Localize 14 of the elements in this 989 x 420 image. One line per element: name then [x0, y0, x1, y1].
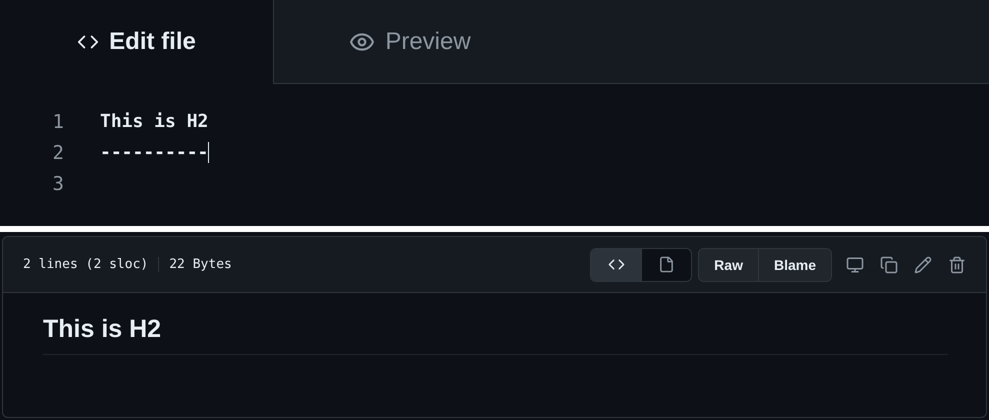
file-view-button[interactable] [641, 248, 692, 280]
preview-heading: This is H2 [43, 315, 948, 355]
line-count: 2 lines (2 sloc) [23, 257, 150, 272]
file-size: 22 Bytes [158, 257, 232, 272]
line-number: 1 [52, 110, 65, 132]
line-number: 3 [52, 172, 65, 194]
code-line: ---------- [100, 142, 210, 163]
file-icon [658, 256, 676, 273]
code-view-button[interactable] [591, 248, 642, 280]
toolbar-button[interactable]: Raw [699, 248, 758, 280]
code-line: This is H2 [100, 111, 208, 132]
toolbar-button[interactable]: Blame [758, 248, 831, 280]
editor-tab[interactable]: Preview [273, 0, 546, 84]
line-number: 2 [52, 142, 65, 164]
